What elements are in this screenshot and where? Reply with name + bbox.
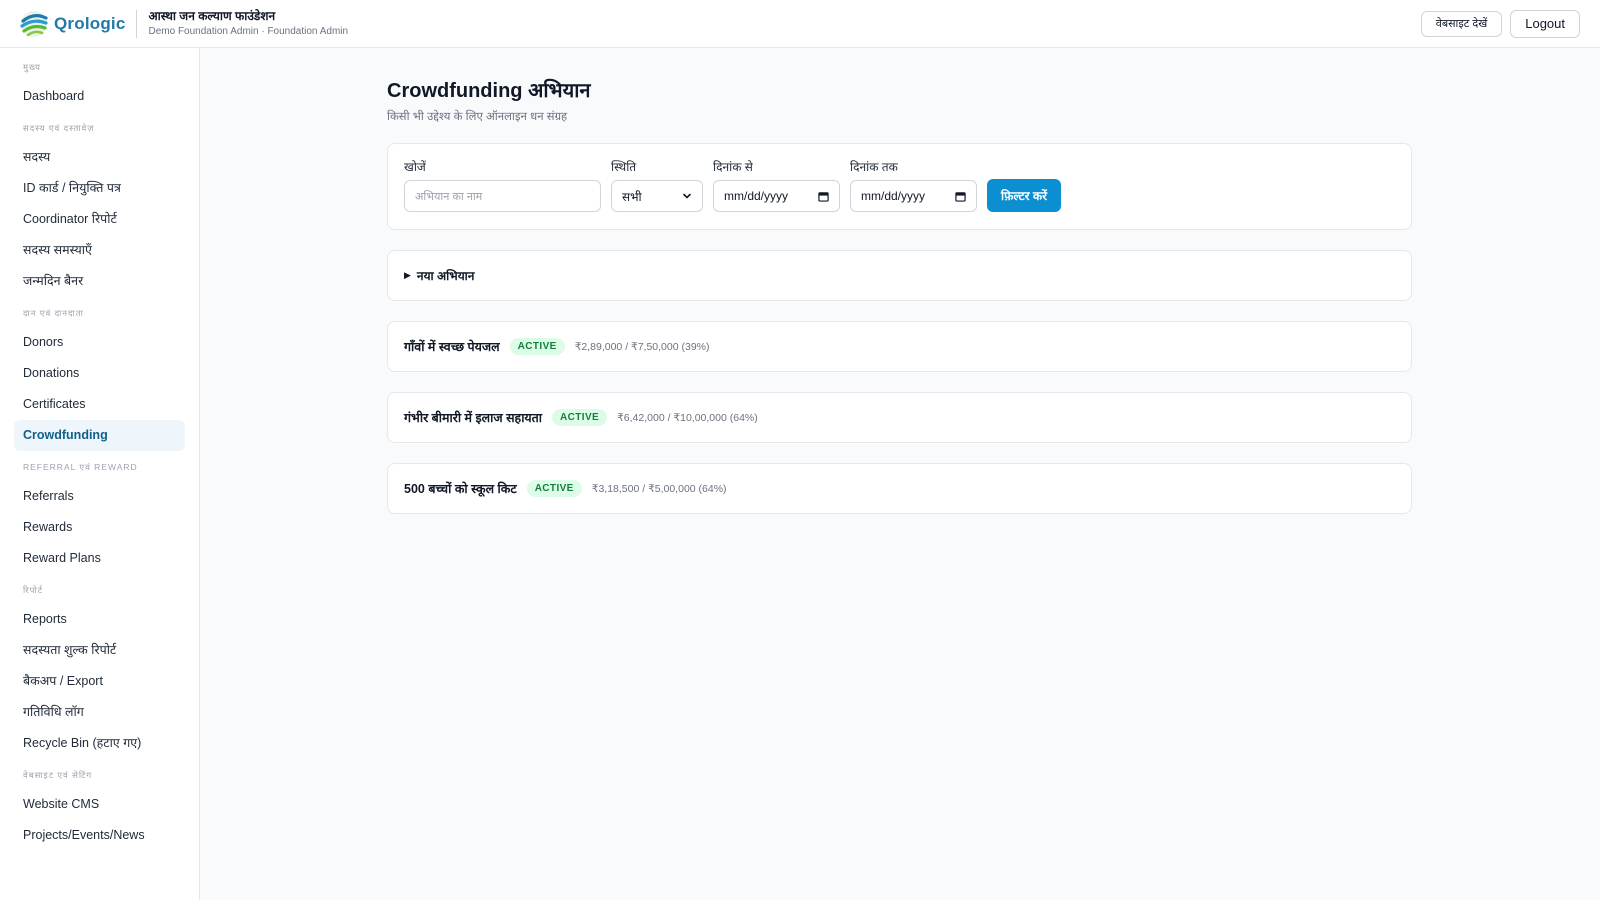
logo[interactable]: Qrologic <box>20 10 126 38</box>
nav-section: दान एवं दानदाता Donors Donations Certificat… <box>14 308 185 451</box>
date-from-field: दिनांक से mm/dd/yyyy <box>713 158 840 212</box>
campaign-title: 500 बच्चों को स्कूल किट <box>404 482 517 496</box>
status-badge: ACTIVE <box>552 409 608 426</box>
sidebar-item[interactable]: सदस्य समस्याएँ <box>14 235 185 266</box>
header-divider <box>135 9 137 38</box>
search-field: खोजें अभियान का नाम <box>404 158 601 212</box>
filter-card: खोजें अभियान का नाम स्थिति सभी दिनांक से… <box>387 143 1412 230</box>
sidebar-item-projects-events-news[interactable]: Projects/Events/News <box>14 820 185 851</box>
campaign-amount: ₹2,89,000 / ₹7,50,000 (39%) <box>574 340 710 353</box>
nav-section: रिपोर्ट Reports सदस्यता शुल्क रिपोर्ट बैकअप… <box>14 585 185 759</box>
campaign-amount: ₹6,42,000 / ₹10,00,000 (64%) <box>617 411 758 424</box>
logo-icon <box>20 10 48 37</box>
date-to-input[interactable]: mm/dd/yyyy <box>850 180 977 212</box>
sidebar-item-id[interactable]: ID कार्ड / नियुक्ति पत्र <box>14 173 185 204</box>
sidebar-item-referrals[interactable]: Referrals <box>14 481 185 512</box>
search-label: खोजें <box>404 160 426 174</box>
search-placeholder: अभियान का नाम <box>415 190 483 203</box>
date-to-value: mm/dd/yyyy <box>861 189 926 203</box>
campaign-row[interactable]: गंभीर बीमारी में इलाज सहायता ACTIVE ₹6,42,… <box>387 392 1412 443</box>
sidebar-item-reward-plans[interactable]: Reward Plans <box>14 543 185 574</box>
date-from-label: दिनांक से <box>713 160 753 174</box>
date-from-value: mm/dd/yyyy <box>724 189 789 203</box>
sidebar-item-export[interactable]: बैकअप / Export <box>14 666 185 697</box>
top-bar: Qrologic आस्था जन कल्याण फाउंडेशन Demo F… <box>0 0 1600 48</box>
new-campaign-toggle[interactable]: ▶ नया अभियान <box>387 250 1412 301</box>
sidebar-item[interactable]: जन्मदिन बैनर <box>14 266 185 297</box>
campaign-title: गाँवों में स्वच्छ पेयजल <box>404 340 500 354</box>
date-to-label: दिनांक तक <box>850 160 898 174</box>
campaign-row[interactable]: 500 बच्चों को स्कूल किट ACTIVE ₹3,18,500 /… <box>387 463 1412 514</box>
status-value: सभी <box>622 189 642 204</box>
sidebar-item-donors[interactable]: Donors <box>14 327 185 358</box>
calendar-icon[interactable] <box>955 191 966 202</box>
sidebar-item-certificates[interactable]: Certificates <box>14 389 185 420</box>
view-website-button[interactable]: वेबसाइट देखें <box>1420 10 1503 37</box>
nav-section-heading: सदस्य एवं दस्तावेज़ <box>23 123 95 133</box>
nav-section-heading: वेबसाइट एवं सेटिंग <box>23 770 93 780</box>
org-name: आस्था जन कल्याण फाउंडेशन <box>148 9 276 24</box>
calendar-icon[interactable] <box>818 191 829 202</box>
status-field: स्थिति सभी <box>611 158 703 212</box>
sidebar-item-coordinator[interactable]: Coordinator रिपोर्ट <box>14 204 185 235</box>
campaign-row[interactable]: गाँवों में स्वच्छ पेयजल ACTIVE ₹2,89,000 /… <box>387 321 1412 372</box>
logo-text: Qrologic <box>54 13 126 33</box>
nav-section-heading: दान एवं दानदाता <box>23 308 84 318</box>
page-title: Crowdfunding अभियान <box>387 80 591 102</box>
campaign-amount: ₹3,18,500 / ₹5,00,000 (64%) <box>591 482 727 495</box>
sidebar: मुख्य Dashboard सदस्य एवं दस्तावेज़ सदस्य ID… <box>0 48 200 900</box>
status-badge: ACTIVE <box>526 480 582 497</box>
triangle-right-icon: ▶ <box>404 270 411 280</box>
campaign-title: गंभीर बीमारी में इलाज सहायता <box>404 411 543 425</box>
content-area: Crowdfunding अभियान किसी भी उद्देश्य के … <box>387 76 1412 514</box>
filter-button[interactable]: फ़िल्टर करें <box>987 179 1062 212</box>
date-from-input[interactable]: mm/dd/yyyy <box>713 180 840 212</box>
chevron-down-icon <box>683 193 691 199</box>
main-content: Crowdfunding अभियान किसी भी उद्देश्य के … <box>200 48 1600 900</box>
date-to-field: दिनांक तक mm/dd/yyyy <box>850 158 977 212</box>
sidebar-item[interactable]: सदस्य <box>14 142 185 173</box>
nav-section-heading: मुख्य <box>23 62 41 72</box>
page-subtitle: किसी भी उद्देश्य के लिए ऑनलाइन धन संग्रह <box>387 111 568 123</box>
nav-section: मुख्य Dashboard <box>14 62 185 112</box>
sidebar-item-dashboard[interactable]: Dashboard <box>14 81 185 112</box>
sidebar-item-website-cms[interactable]: Website CMS <box>14 789 185 820</box>
sidebar-item-reports[interactable]: Reports <box>14 604 185 635</box>
status-label: स्थिति <box>611 160 637 174</box>
top-actions: वेबसाइट देखें Logout <box>1420 9 1580 38</box>
new-campaign-label: नया अभियान <box>416 269 475 283</box>
nav-section-heading: रिपोर्ट <box>23 585 43 595</box>
status-badge: ACTIVE <box>509 338 565 355</box>
logout-button[interactable]: Logout <box>1510 9 1580 38</box>
nav-section-heading: Referral एवं Reward <box>23 462 138 472</box>
sidebar-item-recycle-bin[interactable]: Recycle Bin (हटाए गए) <box>14 728 185 759</box>
status-select[interactable]: सभी <box>611 180 703 212</box>
sidebar-item-rewards[interactable]: Rewards <box>14 512 185 543</box>
nav-section: Referral एवं Reward Referrals Rewards Rewar… <box>14 462 185 574</box>
search-input[interactable]: अभियान का नाम <box>404 180 601 212</box>
campaign-list: गाँवों में स्वच्छ पेयजल ACTIVE ₹2,89,000 /… <box>387 321 1412 514</box>
nav-section: सदस्य एवं दस्तावेज़ सदस्य ID कार्ड / नियुक… <box>14 123 185 297</box>
sidebar-item[interactable]: गतिविधि लॉग <box>14 697 185 728</box>
org-subtitle: Demo Foundation Admin · Foundation Admin <box>148 25 349 37</box>
nav-section: वेबसाइट एवं सेटिंग Website CMS Projects/Ev… <box>14 770 185 851</box>
sidebar-item-crowdfunding[interactable]: Crowdfunding <box>14 420 185 451</box>
sidebar-item[interactable]: सदस्यता शुल्क रिपोर्ट <box>14 635 185 666</box>
org-block: आस्था जन कल्याण फाउंडेशन Demo Foundation… <box>149 9 349 37</box>
sidebar-item-donations[interactable]: Donations <box>14 358 185 389</box>
